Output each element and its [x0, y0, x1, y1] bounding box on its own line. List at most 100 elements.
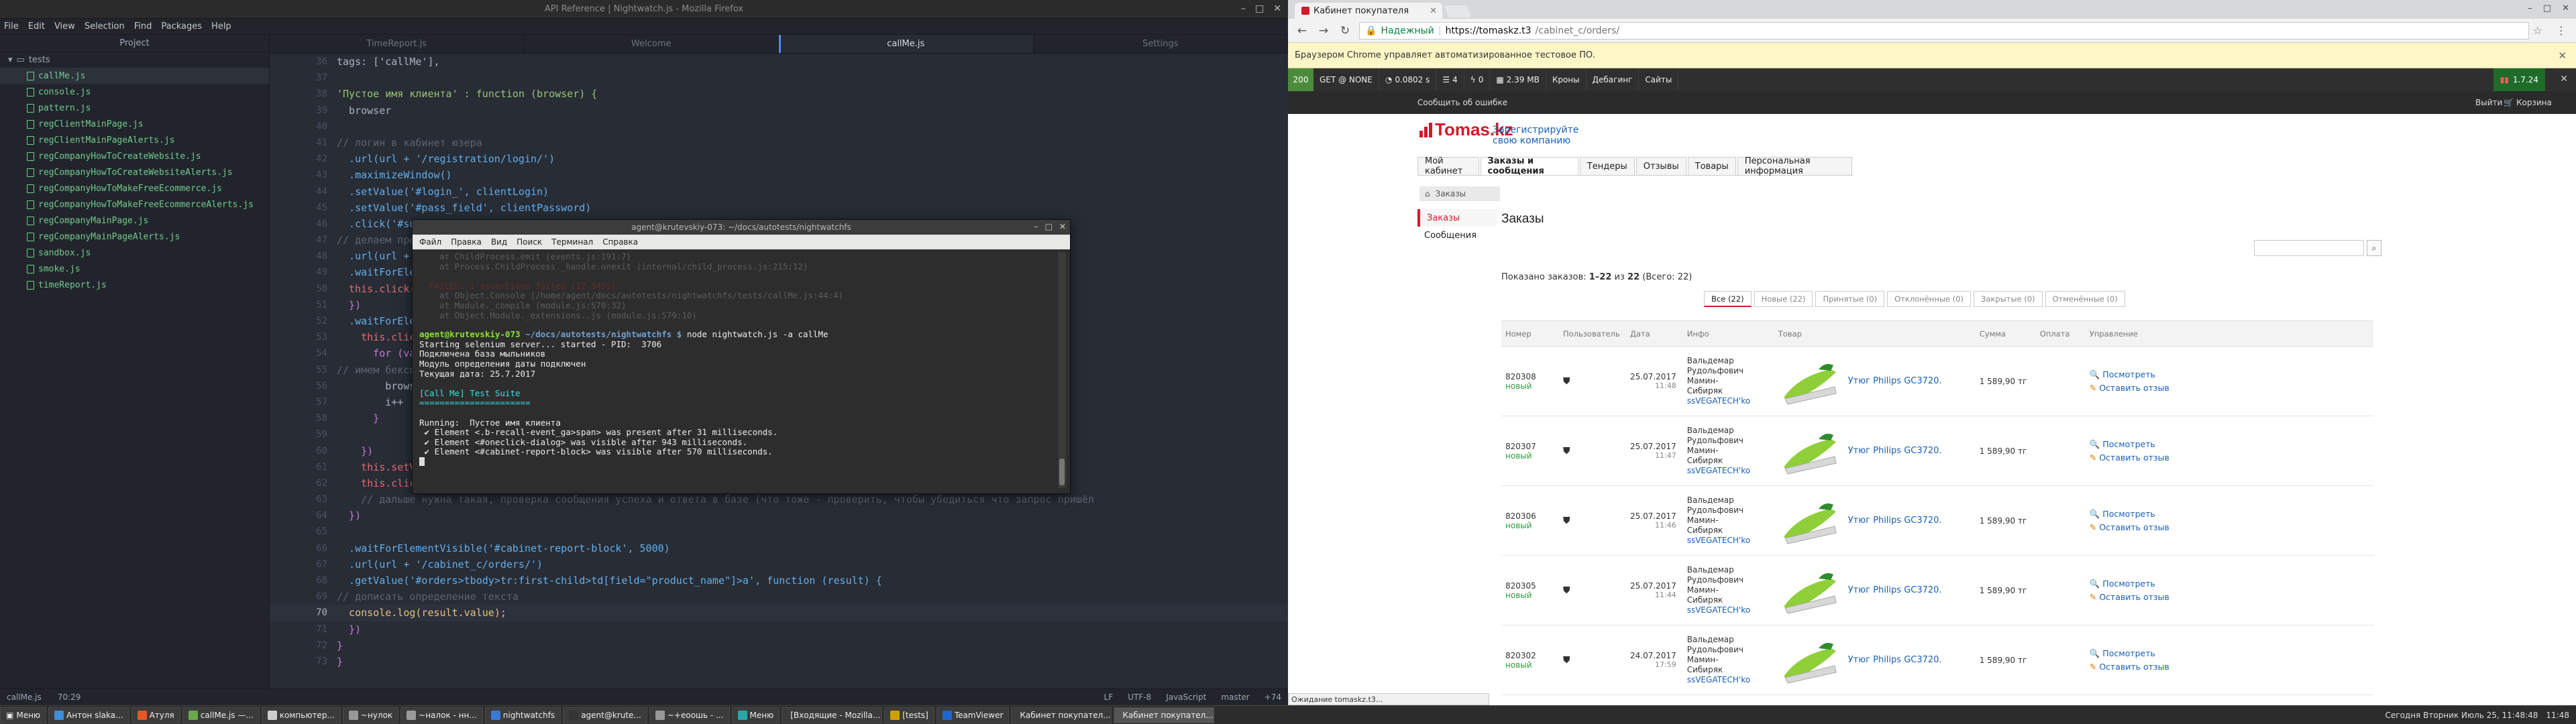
taskbar-item[interactable]: ~налок - нн... — [400, 707, 483, 723]
taskbar-item[interactable]: Меню — [731, 707, 780, 723]
maximize-icon[interactable]: □ — [2543, 3, 2551, 13]
tree-file[interactable]: pattern.js — [0, 100, 269, 116]
address-bar[interactable]: 🔒 Надежный | https://tomaskz.t3/cabinet_… — [1359, 21, 2529, 40]
nav-orders-messages[interactable]: Заказы и сообщения — [1480, 156, 1578, 176]
debug-status-code[interactable]: 200 — [1288, 68, 1313, 91]
view-order-link[interactable]: 🔍 Посмотреть — [2090, 577, 2373, 591]
term-menu-terminal[interactable]: Терминал — [551, 237, 593, 247]
tree-file[interactable]: regCompanyHowToCreateWebsite.js — [0, 148, 269, 164]
browser-tab[interactable]: Кабинет покупателя ✕ — [1295, 3, 1442, 19]
maximize-icon[interactable]: □ — [1255, 3, 1264, 14]
col-date[interactable]: Дата — [1626, 320, 1683, 347]
tree-file[interactable]: regCompanyHowToMakeFreeEcommerce.js — [0, 180, 269, 196]
taskbar-item[interactable]: callMe.js —... — [182, 707, 260, 723]
menu-packages[interactable]: Packages — [161, 21, 202, 32]
col-payment[interactable]: Оплата — [2035, 320, 2086, 347]
col-product[interactable]: Товар — [1774, 320, 1976, 347]
seller-link[interactable]: ssVEGATECH'ko — [1687, 675, 1774, 685]
tree-file[interactable]: smoke.js — [0, 261, 269, 277]
product-image[interactable] — [1778, 635, 1840, 686]
filter-cancelled[interactable]: Отменённые (0) — [2045, 291, 2125, 307]
leave-review-link[interactable]: ✎ Оставить отзыв — [2090, 660, 2373, 674]
forward-icon[interactable]: → — [1316, 23, 1331, 38]
table-row[interactable]: 820302 новый ⛊ 24.07.2017 17:59 Вальдемар Рудо… — [1501, 625, 2373, 695]
filter-all[interactable]: Все (22) — [1704, 291, 1752, 307]
term-menu-edit[interactable]: Правка — [451, 237, 482, 247]
term-menu-search[interactable]: Поиск — [517, 237, 542, 247]
tree-file[interactable]: regCompanyHowToMakeFreeEcommerceAlerts.j… — [0, 196, 269, 213]
table-row[interactable]: 820308 новый ⛊ 25.07.2017 11:48 Вальдемар Рудо… — [1501, 346, 2373, 416]
product-image[interactable] — [1778, 495, 1840, 546]
taskbar-item[interactable]: Атуля — [131, 707, 180, 723]
term-menu-help[interactable]: Справка — [602, 237, 638, 247]
debug-crons[interactable]: Кроны — [1546, 68, 1587, 91]
status-branch[interactable]: master — [1221, 692, 1249, 702]
view-order-link[interactable]: 🔍 Посмотреть — [2090, 438, 2373, 451]
menu-help[interactable]: Help — [211, 21, 231, 32]
report-error-link[interactable]: Сообщить об ошибке — [1417, 98, 1507, 107]
taskbar-item[interactable]: [Входящие - Mozilla... — [782, 707, 883, 723]
filter-accepted[interactable]: Принятые (0) — [1815, 291, 1885, 307]
product-link[interactable]: Утюг Philips GC3720. — [1848, 585, 1942, 595]
start-menu-button[interactable]: ▣ Меню — [0, 707, 47, 723]
view-order-link[interactable]: 🔍 Посмотреть — [2090, 368, 2373, 381]
home-icon[interactable]: ⌂ — [1425, 189, 1430, 198]
minimize-icon[interactable]: – — [1034, 222, 1038, 231]
seller-link[interactable]: ssVEGATECH'ko — [1687, 466, 1774, 476]
debug-memory[interactable]: ▦ 2.39 MB — [1490, 68, 1546, 91]
status-encoding[interactable]: UTF-8 — [1128, 692, 1151, 702]
nav-tenders[interactable]: Тендеры — [1579, 157, 1635, 175]
filter-closed[interactable]: Закрытые (0) — [1973, 291, 2043, 307]
taskbar-item[interactable]: [tests] — [884, 707, 934, 723]
search-input[interactable] — [2254, 240, 2364, 256]
col-number[interactable]: Номер — [1501, 320, 1559, 347]
status-cursor-pos[interactable]: 70:29 — [58, 692, 81, 702]
menu-selection[interactable]: Selection — [85, 21, 125, 32]
close-icon[interactable]: ✕ — [2562, 3, 2569, 13]
product-link[interactable]: Утюг Philips GC3720. — [1848, 516, 1942, 526]
nav-personal-info[interactable]: Персональная информация — [1737, 156, 1852, 176]
tree-file[interactable]: regCompanyMainPage.js — [0, 213, 269, 229]
seller-link[interactable]: ssVEGATECH'ko — [1687, 605, 1774, 615]
clock[interactable]: Сегодня Вторник Июль 25, 11:48:48 — [2385, 711, 2538, 720]
tree-file[interactable]: regClientMainPage.js — [0, 116, 269, 132]
debug-queries[interactable]: ☰ 4 — [1436, 68, 1464, 91]
product-link[interactable]: Утюг Philips GC3720. — [1848, 655, 1942, 665]
new-tab-button[interactable] — [1444, 5, 1472, 17]
register-company-link[interactable]: Зарегистрируйте свою компанию — [1493, 125, 1578, 146]
maximize-icon[interactable]: □ — [1045, 222, 1053, 231]
breadcrumb-item[interactable]: Заказы — [1436, 189, 1466, 198]
tab-welcome[interactable]: Welcome — [525, 35, 779, 53]
close-icon[interactable]: ✕ — [2558, 50, 2567, 62]
debug-events[interactable]: ϟ0 — [1464, 68, 1491, 91]
col-user[interactable]: Пользователь — [1559, 320, 1626, 347]
leave-review-link[interactable]: ✎ Оставить отзыв — [2090, 381, 2373, 395]
close-icon[interactable]: ✕ — [1273, 3, 1281, 14]
minimize-icon[interactable]: – — [1241, 3, 1246, 14]
reload-icon[interactable]: ↻ — [1338, 23, 1352, 38]
terminal-output[interactable]: at ChildProcess.emit (events.js:191:7) a… — [419, 252, 1053, 488]
taskbar-item[interactable]: agent@krute... — [563, 707, 647, 723]
debug-version[interactable]: ▮▮ 1.7.24 — [2493, 68, 2545, 91]
nav-products[interactable]: Товары — [1687, 157, 1736, 175]
taskbar-item[interactable]: ~нулок — [342, 707, 399, 723]
tree-file[interactable]: console.js — [0, 84, 269, 100]
close-icon[interactable]: ✕ — [2560, 74, 2568, 84]
view-order-link[interactable]: 🔍 Посмотреть — [2090, 507, 2373, 521]
terminal-scrollbar[interactable] — [1058, 252, 1066, 488]
product-link[interactable]: Утюг Philips GC3720. — [1848, 446, 1942, 456]
tree-file[interactable]: callMe.js — [0, 68, 269, 84]
view-order-link[interactable]: 🔍 Посмотреть — [2090, 647, 2373, 660]
taskbar-item[interactable]: Кабинет покупател... — [1011, 707, 1112, 723]
tab-settings[interactable]: Settings — [1034, 35, 1288, 53]
tree-folder-tests[interactable]: ▾ ▭ tests — [0, 52, 269, 68]
status-grammar[interactable]: JavaScript — [1166, 692, 1206, 702]
col-sum[interactable]: Сумма — [1975, 320, 2036, 347]
bookmark-star-icon[interactable]: ☆ — [2533, 24, 2542, 37]
leave-review-link[interactable]: ✎ Оставить отзыв — [2090, 591, 2373, 604]
product-image[interactable] — [1778, 356, 1840, 407]
table-row[interactable]: 820306 новый ⛊ 25.07.2017 11:46 Вальдемар Рудо… — [1501, 485, 2373, 556]
taskbar-item[interactable]: TeamViewer — [936, 707, 1010, 723]
tab-callme[interactable]: callMe.js — [779, 35, 1034, 53]
tab-timereport[interactable]: TimeReport.js — [270, 35, 525, 53]
